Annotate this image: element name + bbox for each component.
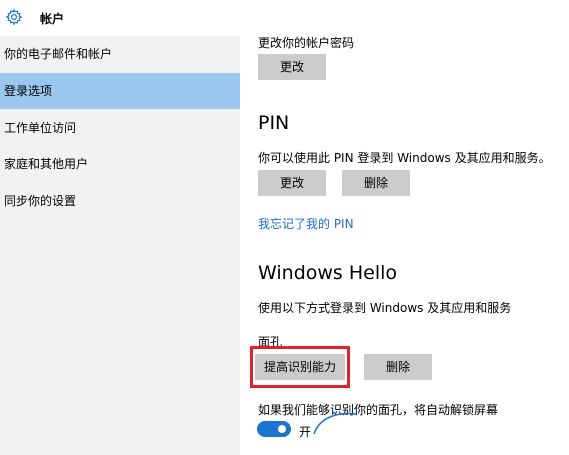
page-title: 帐户 [40, 12, 65, 26]
sidebar-item-sign-in-options[interactable]: 登录选项 [0, 73, 240, 109]
sidebar-item-sync-settings[interactable]: 同步你的设置 [0, 183, 240, 219]
password-description: 更改你的帐户密码 [258, 36, 355, 50]
settings-window: 帐户 你的电子邮件和帐户 登录选项 工作单位访问 家庭和其他用户 同步你的设置 … [0, 0, 569, 455]
toggle-knob [278, 425, 286, 433]
delete-pin-button[interactable]: 删除 [342, 170, 410, 196]
auto-unlock-description: 如果我们能够识别你的面孔，将自动解锁屏幕 [258, 403, 499, 417]
delete-face-button[interactable]: 删除 [364, 354, 432, 380]
pin-title: PIN [258, 112, 290, 134]
sidebar-item-work-access[interactable]: 工作单位访问 [0, 110, 240, 146]
cursor-swirl-icon [313, 412, 357, 435]
windows-hello-title: Windows Hello [258, 262, 398, 284]
sidebar-item-family-users[interactable]: 家庭和其他用户 [0, 146, 240, 182]
sidebar-item-email-accounts[interactable]: 你的电子邮件和帐户 [0, 36, 240, 72]
windows-hello-description: 使用以下方式登录到 Windows 及其应用和服务 [258, 301, 512, 315]
auto-unlock-toggle[interactable] [257, 421, 291, 437]
improve-recognition-button[interactable]: 提高识别能力 [255, 354, 345, 380]
gear-icon[interactable] [5, 8, 23, 26]
forgot-pin-link[interactable]: 我忘记了我的 PIN [258, 215, 354, 232]
change-password-button[interactable]: 更改 [258, 54, 326, 80]
pin-description: 你可以使用此 PIN 登录到 Windows 及其应用和服务。 [258, 151, 551, 165]
main-content: 更改你的帐户密码 更改 PIN 你可以使用此 PIN 登录到 Windows 及… [240, 0, 569, 455]
sidebar: 你的电子邮件和帐户 登录选项 工作单位访问 家庭和其他用户 同步你的设置 [0, 36, 240, 455]
change-pin-button[interactable]: 更改 [258, 170, 326, 196]
